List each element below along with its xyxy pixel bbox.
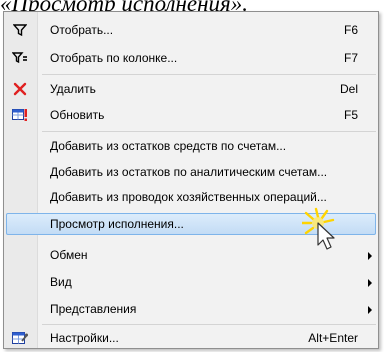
menu-item-filter[interactable]: Отобрать... F6 — [6, 19, 376, 41]
menu-item-label: Вид — [50, 275, 72, 289]
menu-separator — [42, 324, 376, 325]
menu-item-label: Добавить из остатков средств по счетам..… — [50, 139, 287, 153]
delete-x-icon — [12, 81, 28, 97]
mouse-pointer — [300, 207, 342, 255]
menu-item-label: Представления — [50, 302, 137, 316]
submenu-arrow-icon — [368, 279, 372, 287]
context-menu: Отобрать... F6 Отобрать по колонке... F7… — [3, 11, 379, 349]
menu-item-shortcut: Alt+Enter — [308, 331, 358, 345]
menu-item-label: Обмен — [50, 248, 88, 262]
filter-icon — [12, 22, 28, 38]
menu-item-label: Добавить из проводок хозяйственных опера… — [50, 190, 327, 204]
menu-item-view[interactable]: Вид — [6, 271, 376, 293]
menu-item-shortcut: F5 — [343, 108, 358, 122]
menu-item-label: Просмотр исполнения... — [50, 217, 184, 231]
menu-item-add-from-operation-entries[interactable]: Добавить из проводок хозяйственных опера… — [6, 186, 376, 208]
filter-by-column-icon — [12, 50, 28, 66]
menu-item-label: Добавить из остатков по аналитическим сч… — [50, 165, 328, 179]
menu-item-label: Настройки... — [50, 331, 119, 345]
menu-item-shortcut: F7 — [343, 51, 358, 65]
refresh-table-icon — [12, 107, 28, 123]
menu-separator — [42, 131, 376, 132]
menu-item-label: Отобрать по колонке... — [50, 51, 178, 65]
menu-separator — [42, 74, 376, 75]
menu-item-shortcut: Del — [339, 82, 358, 96]
menu-item-filter-by-column[interactable]: Отобрать по колонке... F7 — [6, 47, 376, 69]
menu-item-label: Удалить — [50, 82, 96, 96]
menu-item-label: Отобрать... — [50, 23, 114, 37]
menu-item-shortcut: F6 — [343, 23, 358, 37]
click-burst-icon — [300, 207, 335, 250]
submenu-arrow-icon — [368, 306, 372, 314]
menu-item-refresh[interactable]: Обновить F5 — [6, 104, 376, 126]
menu-item-settings[interactable]: Настройки... Alt+Enter — [6, 327, 376, 349]
menu-item-add-from-analytic-balances[interactable]: Добавить из остатков по аналитическим сч… — [6, 161, 376, 183]
settings-table-icon — [12, 330, 28, 346]
menu-item-delete[interactable]: Удалить Del — [6, 78, 376, 100]
menu-item-label: Обновить — [50, 108, 105, 122]
submenu-arrow-icon — [368, 252, 372, 260]
menu-item-add-from-account-balances[interactable]: Добавить из остатков средств по счетам..… — [6, 135, 376, 157]
menu-item-presentations[interactable]: Представления — [6, 298, 376, 320]
